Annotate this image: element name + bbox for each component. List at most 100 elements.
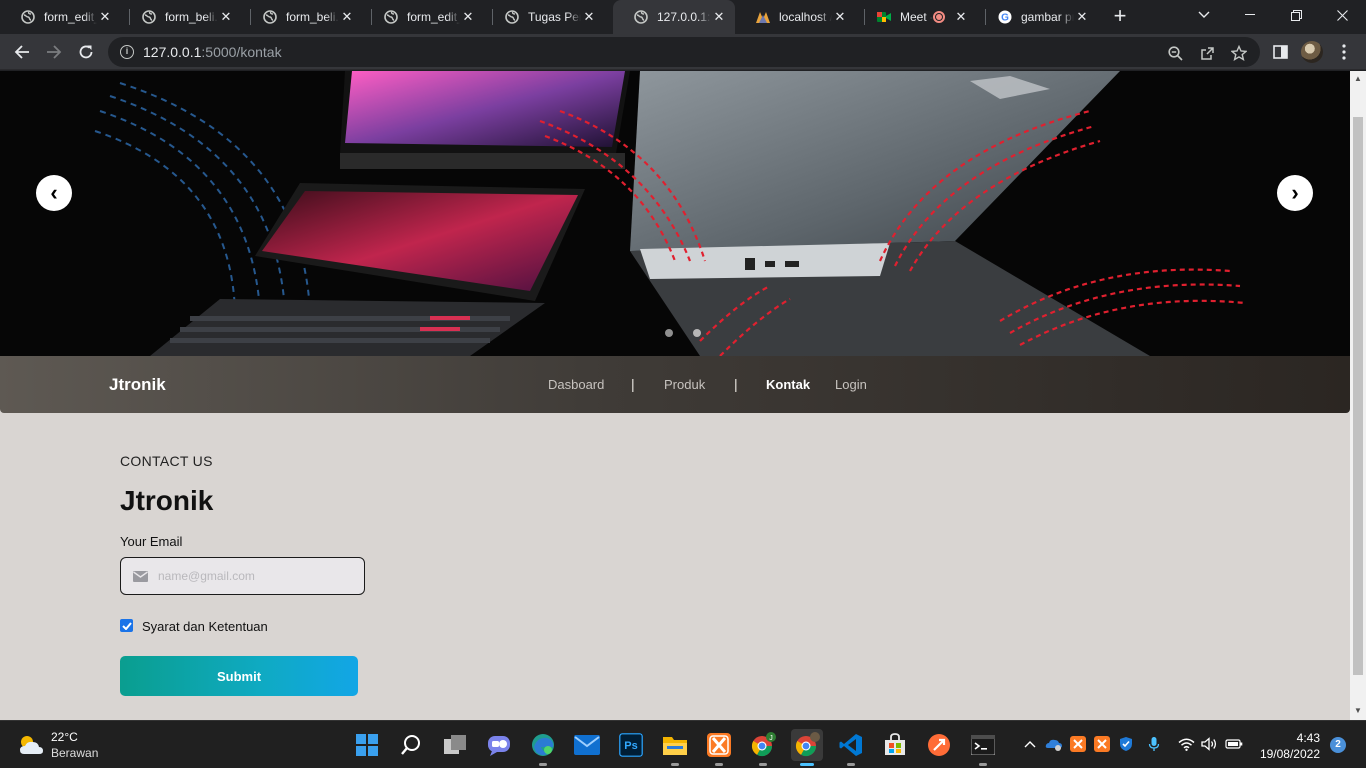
globe-icon xyxy=(20,9,36,25)
xampp-tray-icon[interactable] xyxy=(1069,735,1087,753)
carousel-indicator[interactable] xyxy=(665,329,673,337)
search-icon[interactable] xyxy=(395,729,427,761)
page-scrollbar[interactable]: ▲ ▼ xyxy=(1350,71,1366,720)
xampp-tray-icon[interactable] xyxy=(1093,735,1111,753)
svg-text:G: G xyxy=(1001,13,1009,24)
tab-strip: form_edit_ ✕ form_beli.h ✕ form_beli.h ✕… xyxy=(0,0,1366,34)
nav-link-login[interactable]: Login xyxy=(835,377,867,392)
back-button[interactable] xyxy=(8,38,36,66)
tab-title: Tugas Pem xyxy=(528,10,581,24)
taskbar-clock[interactable]: 4:43 19/08/2022 xyxy=(1252,730,1320,762)
email-label: Your Email xyxy=(120,534,183,549)
carousel-indicator[interactable] xyxy=(693,329,701,337)
close-tab-icon[interactable]: ✕ xyxy=(953,9,969,25)
browser-tab-active[interactable]: 127.0.0.1:5 ✕ xyxy=(613,0,735,34)
chrome-profile-icon[interactable]: J xyxy=(747,729,779,766)
partly-cloudy-icon xyxy=(20,736,43,754)
close-tab-icon[interactable]: ✕ xyxy=(97,9,113,25)
tab-title: form_edit_ xyxy=(44,10,97,24)
nav-link-produk[interactable]: Produk xyxy=(664,377,705,392)
scrollbar-thumb[interactable] xyxy=(1353,117,1363,675)
browser-tab[interactable]: form_beli.h ✕ xyxy=(121,0,242,34)
close-tab-icon[interactable]: ✕ xyxy=(1074,9,1090,25)
browser-tab[interactable]: Meet - ✕ xyxy=(856,0,977,34)
scroll-down-arrow-icon[interactable]: ▼ xyxy=(1353,706,1363,716)
globe-icon xyxy=(141,9,157,25)
task-view-icon[interactable] xyxy=(439,729,471,761)
browser-tab[interactable]: form_edit_ ✕ xyxy=(363,0,484,34)
minimize-button[interactable] xyxy=(1227,0,1273,30)
close-tab-icon[interactable]: ✕ xyxy=(460,9,476,25)
close-tab-icon[interactable]: ✕ xyxy=(711,9,727,25)
show-hidden-icons-icon[interactable] xyxy=(1021,735,1039,753)
start-button[interactable] xyxy=(351,729,383,761)
close-tab-icon[interactable]: ✕ xyxy=(339,9,355,25)
browser-tab[interactable]: localhost / ✕ xyxy=(735,0,856,34)
profile-avatar[interactable] xyxy=(1301,41,1323,63)
microphone-icon[interactable] xyxy=(1145,735,1163,753)
address-url[interactable]: 127.0.0.1:5000/kontak xyxy=(143,44,282,60)
globe-icon xyxy=(383,9,399,25)
onedrive-icon[interactable] xyxy=(1045,735,1063,753)
new-tab-button[interactable]: + xyxy=(1109,5,1131,28)
meet-icon xyxy=(876,9,892,25)
terms-checkbox[interactable] xyxy=(120,619,133,632)
carousel-next-button[interactable]: › xyxy=(1277,175,1313,211)
email-field[interactable] xyxy=(120,557,365,595)
vscode-icon[interactable] xyxy=(835,729,867,766)
bookmark-star-icon[interactable] xyxy=(1231,45,1247,61)
file-explorer-icon[interactable] xyxy=(659,729,691,766)
side-panel-icon[interactable] xyxy=(1266,38,1294,66)
close-window-button[interactable] xyxy=(1319,0,1365,30)
clock-date: 19/08/2022 xyxy=(1259,747,1320,761)
photoshop-icon[interactable]: Ps xyxy=(615,729,647,761)
brand-logo[interactable]: Jtronik xyxy=(109,375,166,395)
close-tab-icon[interactable]: ✕ xyxy=(218,9,234,25)
postman-icon[interactable] xyxy=(923,729,955,761)
weather-temp: 22°C xyxy=(51,730,78,744)
share-icon[interactable] xyxy=(1199,45,1215,61)
browser-tab[interactable]: form_edit_ ✕ xyxy=(0,0,121,34)
tab-search-button[interactable] xyxy=(1181,0,1227,30)
volume-icon[interactable] xyxy=(1200,735,1218,753)
email-input[interactable] xyxy=(158,569,348,583)
chrome-icon[interactable] xyxy=(791,729,823,766)
notification-badge[interactable]: 2 xyxy=(1330,737,1346,753)
browser-tab[interactable]: G gambar pr ✕ xyxy=(977,0,1098,34)
browser-tab[interactable]: form_beli.h ✕ xyxy=(242,0,363,34)
close-tab-icon[interactable]: ✕ xyxy=(581,9,597,25)
restore-button[interactable] xyxy=(1273,0,1319,30)
terminal-icon[interactable] xyxy=(967,729,999,766)
terms-label[interactable]: Syarat dan Ketentuan xyxy=(142,619,268,634)
weather-widget[interactable]: 22°C Berawan xyxy=(18,730,128,762)
scroll-up-arrow-icon[interactable]: ▲ xyxy=(1353,74,1363,84)
zoom-icon[interactable] xyxy=(1167,45,1183,61)
edge-icon[interactable] xyxy=(527,729,559,766)
globe-icon xyxy=(262,9,278,25)
menu-icon[interactable] xyxy=(1330,38,1358,66)
tab-title: form_beli.h xyxy=(165,10,218,24)
nav-link-dasboard[interactable]: Dasboard xyxy=(548,377,604,392)
forward-button[interactable] xyxy=(40,38,68,66)
close-tab-icon[interactable]: ✕ xyxy=(832,9,848,25)
site-navbar: Jtronik Dasboard | Produk | Kontak Login xyxy=(0,356,1350,413)
browser-tab[interactable]: Tugas Pem ✕ xyxy=(484,0,605,34)
chat-icon[interactable] xyxy=(483,729,515,761)
tab-title: form_edit_ xyxy=(407,10,460,24)
globe-icon xyxy=(504,9,520,25)
battery-icon[interactable] xyxy=(1225,735,1243,753)
store-icon[interactable] xyxy=(879,729,911,761)
xampp-icon[interactable] xyxy=(703,729,735,766)
carousel-prev-button[interactable]: ‹ xyxy=(36,175,72,211)
reload-button[interactable] xyxy=(72,38,100,66)
submit-button[interactable]: Submit xyxy=(120,656,358,696)
svg-text:Ps: Ps xyxy=(624,740,637,752)
mail-icon[interactable] xyxy=(571,729,603,761)
wifi-icon[interactable] xyxy=(1177,735,1195,753)
security-shield-icon[interactable] xyxy=(1117,735,1135,753)
site-info-icon[interactable]: i xyxy=(120,45,134,59)
nav-link-kontak[interactable]: Kontak xyxy=(766,377,810,392)
recording-icon xyxy=(933,11,945,23)
address-bar[interactable]: i 127.0.0.1:5000/kontak xyxy=(108,37,1260,67)
section-kicker: CONTACT US xyxy=(120,453,213,469)
